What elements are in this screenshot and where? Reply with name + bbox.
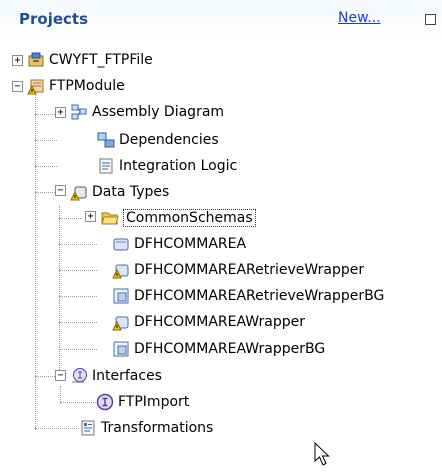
tree-item-label: Integration Logic [119,158,238,174]
new-link[interactable]: New... [338,10,381,26]
tree-line [35,114,57,115]
tree-item-label: DFHCOMMAREA [134,236,247,252]
integration-logic-icon [99,158,113,174]
tree-item-label: DFHCOMMAREARetrieveWrapperBG [134,288,385,304]
tree-line [59,218,81,219]
transformations-icon [81,420,95,436]
expand-toggle[interactable]: + [85,211,96,222]
tree-item-dfhcommarea-wrapper[interactable]: DFHCOMMAREAWrapper [112,309,305,335]
tree-item-label: Dependencies [119,132,219,148]
tree-item-dfhcommarea-retrieve-wrapper[interactable]: DFHCOMMAREARetrieveWrapper [112,257,364,283]
tree-item-dfhcommarea-wrapper-bg[interactable]: DFHCOMMAREAWrapperBG [112,336,325,362]
tree-item-dfhcommarea[interactable]: DFHCOMMAREA [112,231,246,257]
tree-line [59,244,97,245]
tree-item-data-types[interactable]: Data Types [70,179,169,205]
collapse-all-button[interactable] [425,14,436,25]
tree-item-ftpmodule[interactable]: FTPModule [27,73,125,99]
tree-line [59,322,97,323]
collapse-toggle[interactable]: − [55,185,66,196]
tree-item-label: Data Types [92,184,170,200]
interfaces-icon [72,368,87,383]
tree-line [59,349,97,350]
tree-line [60,402,96,403]
tree-item-dependencies[interactable]: Dependencies [97,127,219,153]
tree-line [59,205,60,370]
business-object-icon [113,238,129,251]
view-header: Projects New... [0,0,442,40]
tree-item-label: CommonSchemas [123,209,256,227]
tree-item-label: DFHCOMMAREAWrapper [134,314,305,330]
business-object-warning-icon [112,316,129,331]
mouse-pointer-icon [314,442,330,466]
tree-item-label: FTPModule [49,78,125,94]
tree-item-label: DFHCOMMAREARetrieveWrapper [134,262,365,278]
collapse-toggle[interactable]: − [12,81,23,92]
dependencies-icon [97,132,115,148]
tree-item-assembly-diagram[interactable]: Assembly Diagram [70,99,224,125]
tree-item-dfhcommarea-retrieve-wrapper-bg[interactable]: DFHCOMMAREARetrieveWrapperBG [112,283,384,309]
tree-item-label: Transformations [101,420,214,436]
folder-open-icon [101,212,119,225]
tree-line [59,296,97,297]
tree-item-ftpimport[interactable]: FTPImport [96,389,189,415]
business-object-warning-icon [112,264,129,279]
tree-line [59,270,97,271]
module-warning-icon [27,79,44,95]
expand-toggle[interactable]: + [12,55,23,66]
tree-item-label: CWYFT_FTPFile [49,52,153,68]
business-graph-icon [113,341,129,357]
data-types-warning-icon [70,186,87,201]
tree-item-interfaces[interactable]: Interfaces [70,363,162,389]
business-graph-icon [113,288,129,304]
tree-line [35,140,57,141]
tree-line [35,90,36,430]
tree-item-label: FTPImport [118,394,190,410]
interface-icon [96,393,114,411]
tree-item-transformations[interactable]: Transformations [79,415,213,441]
tree-item-label: Interfaces [92,368,162,384]
tree-line [35,428,79,429]
tree-item-label: Assembly Diagram [92,104,225,120]
assembly-diagram-icon [71,104,87,120]
view-title: Projects [19,10,89,28]
collapse-toggle[interactable]: − [55,370,66,381]
expand-toggle[interactable]: + [55,107,66,118]
tree-line [35,166,57,167]
tree-item-commonschemas[interactable]: CommonSchemas [101,205,256,231]
tree-line [35,376,57,377]
tree-line [35,192,57,193]
library-project-icon [28,52,44,67]
tree-item-integration-logic[interactable]: Integration Logic [97,153,237,179]
tree-item-label: DFHCOMMAREAWrapperBG [134,341,326,357]
tree-item-cwyft-ftpfile[interactable]: CWYFT_FTPFile [27,47,153,73]
